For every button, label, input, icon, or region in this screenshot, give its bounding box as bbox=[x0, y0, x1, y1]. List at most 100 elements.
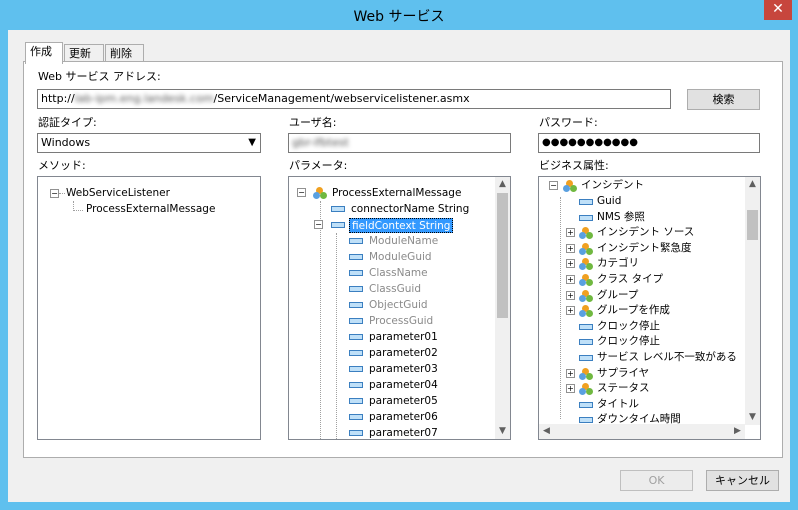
username-input[interactable]: gbr-ifbtest bbox=[288, 133, 511, 153]
field-icon bbox=[349, 398, 363, 404]
tree-node-attribute[interactable]: NMS 参照 bbox=[597, 210, 645, 225]
business-tree[interactable]: − インシデント Guid NMS 参照 + インシデント ソース + インシデント緊急度… bbox=[538, 176, 761, 440]
tree-node-attribute[interactable]: Guid bbox=[597, 194, 621, 209]
tree-node-subparam[interactable]: ClassName bbox=[369, 266, 428, 281]
password-value: ●●●●●●●●●●● bbox=[542, 137, 638, 148]
tree-node-attribute[interactable]: クロック停止 bbox=[597, 334, 660, 349]
tree-connector bbox=[73, 210, 83, 211]
field-icon bbox=[331, 206, 345, 212]
tree-node-attribute[interactable]: サプライヤ bbox=[597, 366, 649, 381]
tree-node-attribute[interactable]: インシデント緊急度 bbox=[597, 241, 692, 256]
field-icon bbox=[349, 286, 363, 292]
object-icon bbox=[579, 383, 593, 396]
scroll-thumb[interactable] bbox=[497, 193, 508, 318]
field-icon bbox=[349, 350, 363, 356]
tree-node-attribute[interactable]: ステータス bbox=[597, 381, 650, 396]
methods-tree[interactable]: − WebServiceListener ProcessExternalMess… bbox=[37, 176, 261, 440]
tree-connector bbox=[560, 197, 561, 419]
object-icon bbox=[579, 289, 593, 302]
tree-node-processexternalmessage[interactable]: ProcessExternalMessage bbox=[86, 202, 215, 217]
tree-node-param[interactable]: connectorName String bbox=[351, 202, 469, 217]
tab-panel-create: Web サービス アドレス: http://lab-ipm.eng.landes… bbox=[23, 61, 783, 458]
tree-node-subparam[interactable]: parameter05 bbox=[369, 394, 438, 409]
window-title: Web サービス bbox=[353, 9, 445, 25]
object-icon bbox=[579, 305, 593, 318]
tree-node-subparam[interactable]: parameter02 bbox=[369, 346, 438, 361]
tree-node-root[interactable]: ProcessExternalMessage bbox=[332, 186, 461, 201]
field-icon bbox=[579, 339, 593, 346]
chevron-down-icon: ▼ bbox=[248, 137, 256, 148]
field-icon bbox=[579, 214, 593, 221]
tree-connector bbox=[59, 193, 65, 194]
tree-node-subparam[interactable]: parameter07 bbox=[369, 426, 438, 439]
expand-icon[interactable]: + bbox=[566, 259, 575, 269]
tree-node-attribute[interactable]: グループ bbox=[597, 288, 638, 303]
tree-connector bbox=[320, 201, 321, 439]
tree-node-subparam[interactable]: parameter03 bbox=[369, 362, 438, 377]
tree-node-attribute[interactable]: サービス レベル不一致がある bbox=[597, 350, 737, 365]
tree-node-attribute[interactable]: カテゴリ bbox=[597, 256, 639, 271]
tree-node-attribute[interactable]: クラス タイプ bbox=[597, 272, 663, 287]
tree-node-subparam[interactable]: ObjectGuid bbox=[369, 298, 428, 313]
title-bar[interactable]: Web サービス ✕ bbox=[0, 0, 798, 30]
expand-icon[interactable]: + bbox=[566, 275, 575, 284]
expand-icon[interactable]: + bbox=[566, 290, 575, 300]
expand-icon[interactable]: + bbox=[566, 368, 575, 378]
tree-node-subparam[interactable]: parameter01 bbox=[369, 330, 438, 345]
object-icon bbox=[579, 274, 593, 286]
object-icon bbox=[563, 180, 577, 192]
tree-node-param-selected[interactable]: fieldContext String bbox=[349, 218, 454, 233]
business-label: ビジネス属性: bbox=[539, 159, 609, 172]
close-button[interactable]: ✕ bbox=[764, 0, 792, 20]
scroll-thumb[interactable] bbox=[747, 210, 758, 240]
auth-type-select[interactable]: Windows ▼ bbox=[37, 133, 261, 153]
collapse-icon[interactable]: − bbox=[549, 181, 558, 190]
scroll-up-icon[interactable]: ▲ bbox=[495, 177, 510, 192]
ok-button[interactable]: OK bbox=[620, 470, 693, 491]
address-input[interactable]: http://lab-ipm.eng.landesk.com/ServiceMa… bbox=[37, 89, 671, 109]
tree-node-subparam[interactable]: ModuleName bbox=[369, 234, 438, 249]
tree-node-subparam[interactable]: parameter06 bbox=[369, 410, 438, 425]
scroll-down-icon[interactable]: ▼ bbox=[495, 424, 510, 439]
auth-type-label: 認証タイプ: bbox=[38, 116, 97, 129]
params-label: パラメータ: bbox=[289, 159, 348, 172]
field-icon bbox=[349, 238, 363, 244]
search-button[interactable]: 検索 bbox=[687, 89, 760, 110]
tree-node-attribute[interactable]: クロック停止 bbox=[597, 319, 660, 334]
scroll-down-icon[interactable]: ▼ bbox=[745, 410, 760, 425]
expand-icon[interactable]: + bbox=[566, 228, 575, 238]
tree-node-attribute[interactable]: グループを作成 bbox=[597, 303, 670, 318]
collapse-icon[interactable]: − bbox=[314, 220, 323, 229]
tree-node-attribute[interactable]: インシデント ソース bbox=[597, 225, 694, 240]
expand-icon[interactable]: + bbox=[566, 306, 575, 316]
business-hscrollbar[interactable]: ◀ ▶ bbox=[539, 424, 745, 439]
tree-node-webservicelistener[interactable]: WebServiceListener bbox=[66, 186, 170, 201]
tree-node-subparam[interactable]: ModuleGuid bbox=[369, 250, 432, 265]
business-vscrollbar[interactable]: ▲ ▼ bbox=[745, 177, 760, 425]
object-icon bbox=[579, 242, 593, 255]
tab-create[interactable]: 作成 bbox=[25, 42, 63, 64]
scroll-left-icon[interactable]: ◀ bbox=[539, 424, 554, 439]
scroll-right-icon[interactable]: ▶ bbox=[730, 424, 745, 439]
expand-icon[interactable]: + bbox=[566, 384, 575, 394]
field-icon bbox=[579, 417, 593, 424]
address-host: lab-ipm.eng.landesk.com bbox=[74, 92, 214, 105]
field-icon bbox=[579, 401, 593, 408]
collapse-icon[interactable]: − bbox=[50, 189, 59, 198]
cancel-button[interactable]: キャンセル bbox=[706, 470, 779, 491]
tree-node-subparam[interactable]: ClassGuid bbox=[369, 282, 421, 297]
tree-node-subparam[interactable]: ProcessGuid bbox=[369, 314, 433, 329]
collapse-icon[interactable]: − bbox=[297, 188, 306, 197]
tree-node-subparam[interactable]: parameter04 bbox=[369, 378, 438, 393]
password-input[interactable]: ●●●●●●●●●●● bbox=[538, 133, 760, 153]
field-icon bbox=[349, 318, 363, 324]
params-scrollbar[interactable]: ▲ ▼ bbox=[495, 177, 510, 439]
field-icon bbox=[349, 382, 363, 388]
dialog-client: 作成 更新 削除 Web サービス アドレス: http://lab-ipm.e… bbox=[8, 30, 790, 502]
expand-icon[interactable]: + bbox=[566, 243, 575, 253]
params-tree[interactable]: − ProcessExternalMessage connectorName S… bbox=[288, 176, 511, 440]
scroll-up-icon[interactable]: ▲ bbox=[745, 177, 760, 192]
tree-node-attribute[interactable]: タイトル bbox=[597, 397, 639, 412]
tree-node-incident[interactable]: インシデント bbox=[581, 178, 644, 193]
field-icon bbox=[349, 302, 363, 308]
